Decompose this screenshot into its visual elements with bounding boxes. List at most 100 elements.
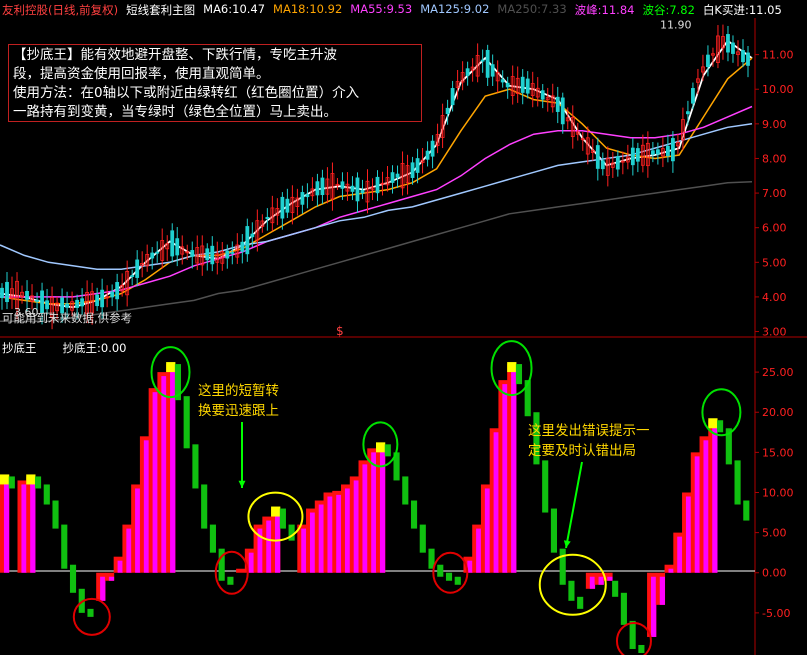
candle-body (175, 238, 180, 256)
candle-body (560, 97, 565, 125)
indicator-bar-core (170, 368, 176, 573)
candle-body (315, 181, 320, 196)
candle-body (0, 287, 4, 299)
candle-body (245, 226, 250, 255)
info-line-1: 【抄底王】能有效地避开盘整、下跌行情，专吃主升波 (13, 47, 337, 63)
indicator-bar-core (668, 568, 674, 573)
future-data-warning: 可能用到未来数据,供参考 (2, 311, 133, 325)
indicator-bar-core (511, 368, 517, 573)
price-tick-label: 9.00 (762, 118, 787, 131)
candle-body (726, 34, 730, 53)
indicator-bar-core (3, 480, 10, 573)
candle-body (115, 282, 120, 300)
candle-body (600, 160, 605, 170)
candle-body (430, 140, 435, 157)
indicator-bar (279, 508, 286, 529)
indicator-bar-core (712, 424, 718, 573)
indicator-bar (577, 596, 584, 609)
indicator-bar (227, 576, 234, 585)
candle-body (305, 194, 310, 198)
indicator-bar-core (502, 384, 508, 573)
candle-body (630, 147, 635, 166)
indicator-bar-core (161, 376, 167, 573)
indicator-tick-label: 25.00 (762, 366, 794, 379)
indicator-bar (201, 484, 208, 529)
indicator-bar-core (362, 464, 368, 573)
candle-body (500, 79, 505, 83)
indicator-bar-core (309, 512, 316, 573)
indicator-bar (419, 524, 426, 553)
candle-body (225, 250, 230, 259)
indicator-bar (384, 444, 391, 457)
indicator-bar-core (336, 494, 342, 573)
candle-body (445, 107, 450, 115)
indicator-bar-core (152, 392, 158, 573)
candle-body (595, 145, 600, 169)
indicator-bar (8, 476, 15, 489)
candle-body (240, 241, 245, 252)
annotation-left-line-2: 换要迅速跟上 (198, 403, 279, 419)
indicator-bar (209, 524, 216, 553)
arrow-left-head (238, 480, 246, 488)
candle-body (670, 138, 675, 162)
candle-body (25, 290, 29, 300)
candle-body (425, 150, 430, 160)
indicator-bar (550, 508, 558, 553)
indicator-bar-core (327, 496, 333, 573)
indicator-bar-core (651, 576, 657, 637)
indicator-bar-core (371, 452, 377, 573)
ma250-line (0, 180, 753, 322)
info-line-4: 一路持有到变黄，当专绿时（绿色全位置）马上卖出。 (13, 104, 337, 120)
ma55-line (0, 105, 753, 298)
price-tick-label: 5.00 (762, 256, 787, 269)
indicator-bar (183, 396, 190, 449)
indicator-bar-core (484, 488, 491, 573)
candle-body (170, 230, 175, 257)
indicator-bar (743, 500, 750, 521)
candle-body (355, 177, 360, 202)
indicator-bar-core (117, 560, 123, 573)
indicator-bar (638, 644, 645, 653)
indicator-bar-core (100, 576, 106, 601)
indicator-bar (61, 524, 68, 569)
indicator-name[interactable]: 抄底王 (2, 340, 37, 356)
candle-body (150, 252, 155, 259)
candle-body (265, 216, 270, 220)
red-circle (72, 597, 111, 636)
indicator-bar (69, 564, 77, 593)
candle-body (5, 281, 9, 303)
info-line-3: 使用方法：在0轴以下或附近由绿转红（红色圈位置）介入 (13, 85, 360, 101)
arrow-right (565, 461, 583, 549)
candle-body (450, 88, 455, 106)
indicator-bar-core (248, 552, 255, 573)
indicator-bar-top (26, 474, 36, 485)
candle-body (95, 294, 100, 307)
indicator-bar-core (607, 576, 613, 581)
candle-body (540, 90, 545, 100)
indicator-bar (612, 580, 619, 597)
candle-body (65, 303, 69, 308)
indicator-bar (437, 564, 444, 577)
candle-body (340, 181, 345, 189)
candle-body (490, 64, 495, 77)
indicator-bar (445, 572, 453, 581)
candle-body (210, 245, 215, 265)
indicator-bar (34, 476, 42, 489)
candle-body (665, 145, 670, 157)
indicator-bar-top (271, 506, 281, 517)
price-tick-label: 8.00 (762, 152, 787, 165)
indicator-bar (192, 444, 199, 489)
indicator-bar-core (143, 440, 150, 573)
indicator-bar-core (476, 528, 482, 573)
candle-body (505, 82, 510, 88)
candle-body (635, 148, 640, 162)
candle-body (155, 251, 160, 254)
candle-body (110, 291, 115, 298)
candle-body (655, 149, 660, 155)
candle-body (135, 259, 140, 278)
candle-body (190, 250, 195, 257)
candle-body (520, 76, 525, 93)
candle-body (410, 162, 415, 178)
price-tick-label: 10.00 (762, 83, 794, 96)
candle-body (360, 190, 365, 194)
